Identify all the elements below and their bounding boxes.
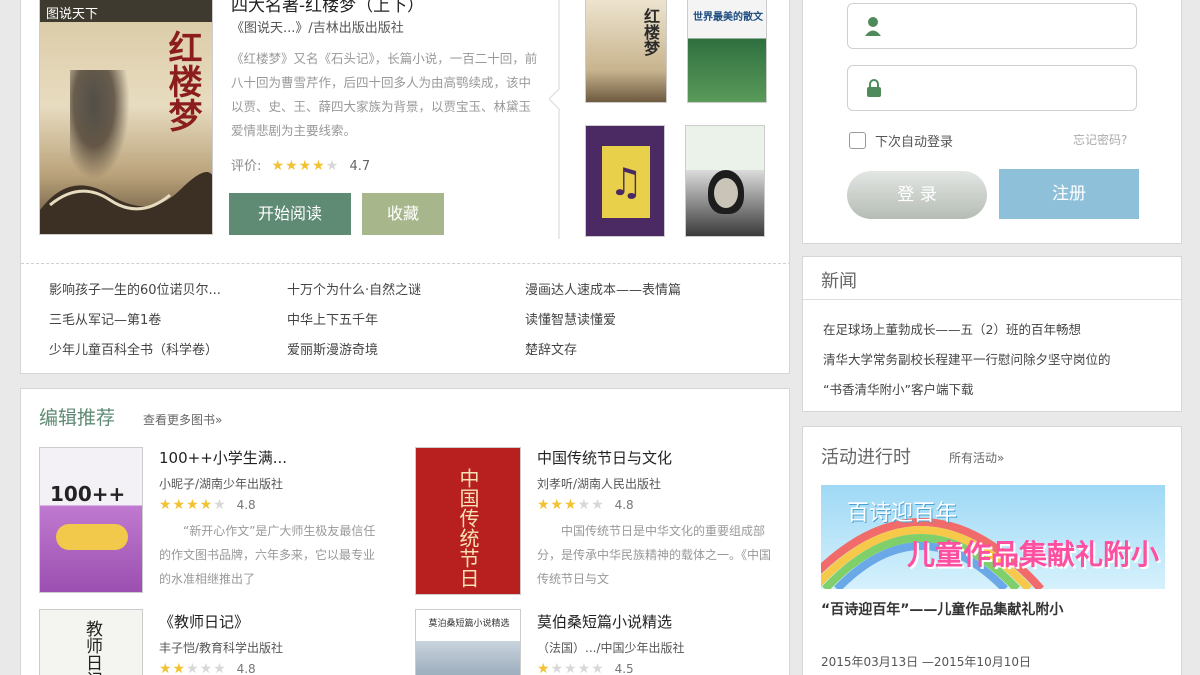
forgot-password-link[interactable]: 忘记密码? [1073, 131, 1127, 148]
editor-recommend-panel: 编辑推荐 查看更多图书» 100++ 100++小学生满... 小昵子/湖南少年… [20, 388, 790, 675]
cover-text: 100++ [50, 482, 126, 506]
rating-value: 4.8 [614, 498, 634, 512]
featured-description: 《红楼梦》又名《石头记》，长篇小说，一百二十回，前八十回为曹雪芹作，后四十回多人… [231, 51, 538, 138]
book-title[interactable]: 100++小学生满... [159, 447, 287, 468]
book-link[interactable]: 三毛从军记—第1卷 [49, 309, 161, 328]
activities-heading: 活动进行时 [821, 447, 911, 468]
book-title[interactable]: 莫伯桑短篇小说精选 [537, 611, 672, 632]
rating-stars: ★★★★★ [159, 661, 227, 675]
book-rating: ★★★★★ 4.8 [537, 497, 634, 513]
book-link[interactable]: 十万个为什么·自然之谜 [287, 279, 421, 298]
rating-value: 4.5 [614, 662, 634, 675]
book-rating: ★★★★★ 4.8 [159, 661, 256, 675]
book-cover[interactable]: 莫泊桑短篇小说精选 [415, 609, 521, 675]
cover-banner: 图说天下 [40, 0, 212, 22]
arrow-divider [549, 0, 560, 239]
news-panel: 新闻 在足球场上董勃成长——五（2）班的百年畅想 清华大学常务副校长程建平一行慰… [802, 256, 1182, 412]
book-cover[interactable]: 100++ [39, 447, 143, 593]
remember-label: 下次自动登录 [875, 135, 954, 150]
cover-text: 莫泊桑短篇小说精选 [428, 619, 510, 629]
cover-text: 教师日记 [82, 620, 102, 675]
book-rating: ★★★★★ 4.8 [159, 497, 256, 513]
thumb-title-honglou: 红楼梦 [641, 8, 660, 56]
book-link[interactable]: 读懂智慧读懂爱 [525, 309, 616, 328]
book-title[interactable]: 《教师日记》 [159, 611, 249, 632]
portrait-face [714, 178, 738, 208]
login-button[interactable]: 登 录 [847, 171, 987, 219]
rating-value: 4.8 [236, 498, 256, 512]
featured-title[interactable]: 四大名著-红楼梦（上下） [231, 0, 424, 16]
banner-line-2: 儿童作品集献礼附小 [907, 538, 1160, 571]
featured-book-cover[interactable]: 图说天下 红楼梦 [39, 0, 213, 235]
cover-title: 红楼梦 [162, 30, 202, 132]
book-link[interactable]: 少年儿童百科全书（科学卷） [49, 339, 218, 358]
rating-value: 4.7 [349, 159, 371, 174]
activity-title[interactable]: “百诗迎百年”——儿童作品集献礼附小 [821, 599, 1063, 619]
cover-text: 中国传统节日 [456, 468, 480, 588]
book-rating: ★★★★★ 4.5 [537, 661, 634, 675]
book-link[interactable]: 楚辞文存 [525, 339, 577, 358]
start-reading-button[interactable]: 开始阅读 [229, 193, 351, 235]
book-publisher: 小昵子/湖南少年出版社 [159, 477, 284, 491]
book-cover[interactable]: 教师日记 [39, 609, 143, 675]
remember-checkbox[interactable] [849, 132, 866, 149]
book-link[interactable]: 爱丽斯漫游奇境 [287, 339, 378, 358]
book-description: “新开心作文”是广大师生极友最信任的作文图书品牌，六年多来，它以最专业的水准相继… [159, 524, 376, 586]
thumb-book-honglou[interactable]: 红楼梦 [585, 0, 667, 103]
rating-value: 4.8 [236, 662, 256, 675]
news-divider [803, 299, 1181, 300]
editor-heading: 编辑推荐 [39, 407, 116, 429]
news-item[interactable]: 清华大学常务副校长程建平一行慰问除夕坚守岗位的 [823, 349, 1173, 368]
register-button[interactable]: 注册 [999, 169, 1139, 219]
thumb-book-lincoln[interactable] [685, 125, 765, 237]
username-field[interactable] [847, 3, 1137, 49]
thumb-book-prose[interactable]: 世界最美的散文 [687, 0, 767, 103]
rating-label: 评价: [231, 159, 262, 174]
rating-stars: ★★★★★ [537, 661, 605, 675]
book-link[interactable]: 影响孩子一生的60位诺贝尔... [49, 279, 221, 298]
password-field[interactable] [847, 65, 1137, 111]
rating-stars: ★★★★★ [537, 497, 605, 513]
featured-rating: 评价: ★★★★★ 4.7 [231, 155, 370, 174]
book-links-grid: 影响孩子一生的60位诺贝尔... 十万个为什么·自然之谜 漫画达人速成本——表情… [49, 279, 769, 369]
featured-panel: 图说天下 红楼梦 四大名著-红楼梦（上下） 《图说天...》/吉林出版出版社 《… [20, 0, 790, 374]
rating-stars: ★★★★★ [159, 497, 227, 513]
featured-meta: 《图说天...》/吉林出版出版社 [231, 21, 404, 36]
news-item[interactable]: 在足球场上董勃成长——五（2）班的百年畅想 [823, 319, 1081, 338]
banner-line-1: 百诗迎百年 [847, 501, 958, 526]
rating-stars: ★★★★★ [271, 158, 340, 174]
lock-icon [867, 79, 881, 97]
activities-panel: 活动进行时 所有活动» 百诗迎百年 儿童作品集献礼附小 “百诗迎百年”——儿童作… [802, 426, 1182, 675]
cover-cloud-swirl [40, 172, 212, 234]
book-publisher: 刘孝听/湖南人民出版社 [537, 477, 662, 491]
login-panel: 下次自动登录 忘记密码? 登 录 注册 [802, 0, 1182, 244]
book-description: 中国传统节日是中华文化的重要组成部分，是传承中华民族精神的载体之一。《中国传统节… [537, 524, 772, 586]
book-publisher: 丰子恺/教育科学出版社 [159, 641, 284, 655]
see-more-books-link[interactable]: 查看更多图书» [143, 411, 222, 428]
user-icon [865, 17, 881, 36]
activity-banner[interactable]: 百诗迎百年 儿童作品集献礼附小 [821, 485, 1165, 589]
book-link[interactable]: 漫画达人速成本——表情篇 [525, 279, 681, 298]
all-activities-link[interactable]: 所有活动» [949, 449, 1004, 466]
book-publisher: （法国）.../中国少年出版社 [537, 641, 685, 655]
book-cover[interactable]: 中国传统节日 [415, 447, 521, 595]
cover-badge [56, 524, 128, 550]
news-item[interactable]: “书香清华附小”客户端下载 [823, 379, 973, 398]
activity-dates: 2015年03月13日 —2015年10月10日 [821, 655, 1031, 669]
dotted-separator [21, 263, 789, 264]
favorite-button[interactable]: 收藏 [362, 193, 444, 235]
book-title[interactable]: 中国传统节日与文化 [537, 447, 672, 468]
book-link[interactable]: 中华上下五千年 [287, 309, 378, 328]
thumb-title-prose: 世界最美的散文 [693, 12, 763, 23]
news-heading: 新闻 [821, 271, 857, 292]
music-note-icon: ♫ [602, 146, 650, 218]
thumb-book-music[interactable]: ♫ [585, 125, 665, 237]
